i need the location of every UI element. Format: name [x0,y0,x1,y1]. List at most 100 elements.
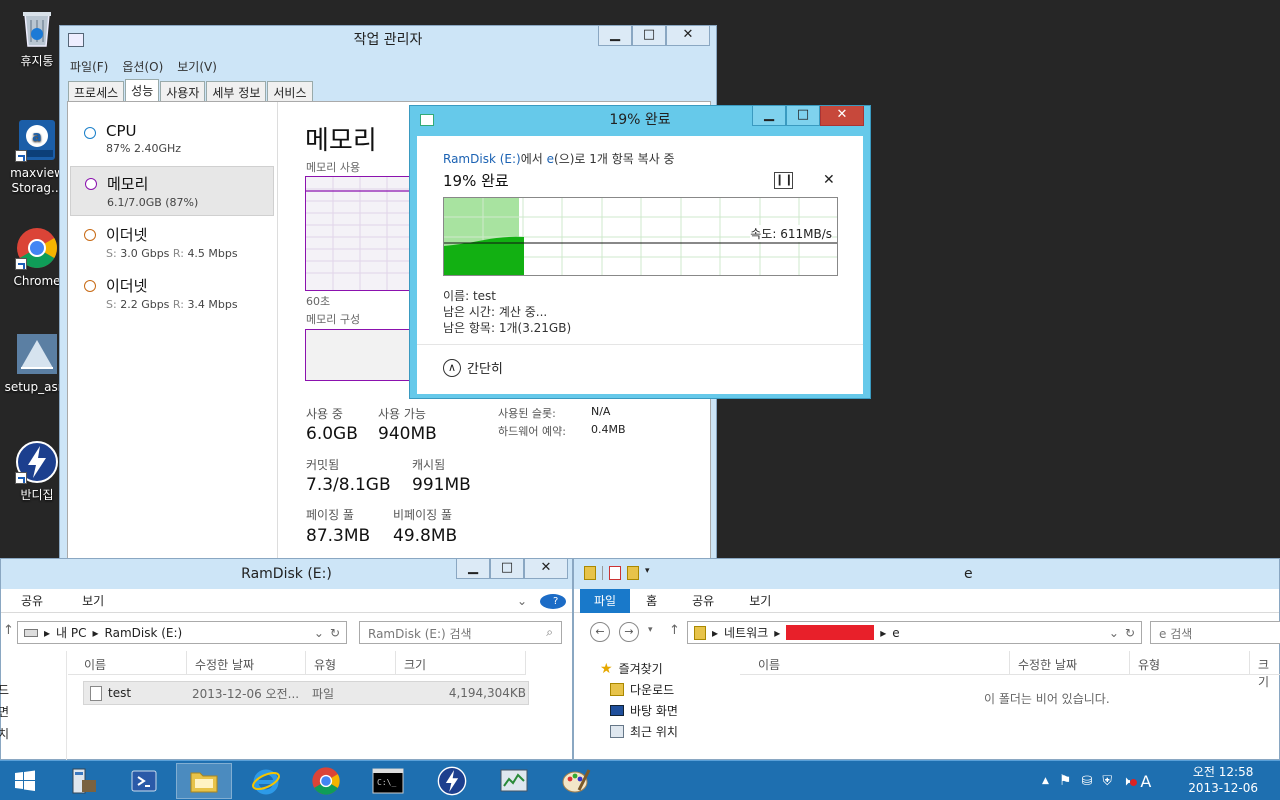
in-use-label: 사용 중 [306,407,343,421]
column-size[interactable]: 크기 [1250,651,1280,689]
maximize-button[interactable]: □ [490,559,524,579]
refresh-icon[interactable]: ↻ [330,626,346,640]
paint-icon [562,769,591,793]
taskbar-paint[interactable] [548,763,604,799]
taskbar-bandizip[interactable] [424,763,480,799]
taskbar-command-prompt[interactable]: C:\_ [360,763,416,799]
search-icon: ⌕ [546,625,553,639]
show-hidden-icons[interactable]: ▲ [1042,776,1049,786]
menu-view[interactable]: 보기(V) [177,58,217,75]
nav-item-partial[interactable]: 면 [0,703,9,720]
ime-indicator[interactable]: A [1140,772,1151,791]
taskbar-chrome[interactable] [298,763,354,799]
empty-folder-message: 이 폴더는 비어 있습니다. [984,692,1110,706]
up-arrow-icon[interactable]: ↑ [669,623,680,638]
table-row[interactable]: test 2013-12-06 오전... 파일 4,194,304KB [83,681,529,705]
recent-locations-icon[interactable]: ▾ [648,625,653,635]
taskbar-task-manager[interactable] [486,763,542,799]
shortcut-arrow-icon [15,150,27,162]
ribbon-tab-view[interactable]: 보기 [727,592,784,609]
ribbon-tab-view[interactable]: 보기 [56,592,117,609]
menu-file[interactable]: 파일(F) [70,58,108,75]
ribbon-tab-share[interactable]: 공유 [670,592,727,609]
column-name[interactable]: 이름 [68,651,187,674]
destination-link[interactable]: e [547,152,554,166]
sidebar-item-ethernet-1[interactable]: 이더넷 S: 3.0 Gbps R: 4.5 Mbps [70,218,274,268]
close-button[interactable]: ✕ [524,559,568,579]
clock[interactable]: 오전 12:58 2013-12-06 [1188,764,1258,796]
sidebar-item-value: 87% 2.40GHz [106,142,182,155]
minimize-button[interactable]: ▁ [456,559,490,579]
search-input[interactable]: e 검색 [1150,621,1280,644]
column-date[interactable]: 수정한 날짜 [187,651,306,674]
maximize-button[interactable]: □ [632,26,666,46]
expand-ribbon-icon[interactable]: ⌄ [504,594,540,608]
close-button[interactable]: ✕ [666,26,710,46]
nav-item-partial[interactable]: 치 [0,725,9,742]
cancel-icon[interactable]: ✕ [823,172,835,188]
start-button[interactable] [0,763,50,799]
action-center-flag-icon[interactable]: ⚑ [1059,773,1072,789]
column-type[interactable]: 유형 [306,651,396,674]
taskbar-powershell[interactable] [116,763,172,799]
security-icon[interactable]: ⛨ [1102,774,1112,789]
volume-muted-icon[interactable]: 🕨 [1122,774,1138,789]
fewer-details-button[interactable]: ∧ 간단히 [443,358,503,377]
file-icon [90,685,102,701]
shortcut-arrow-icon [15,472,27,484]
redacted-host[interactable] [786,625,875,640]
address-bar[interactable]: ▸ 내 PC ▸ RamDisk (E:) ⌄ ↻ [17,621,347,644]
column-date[interactable]: 수정한 날짜 [1010,651,1130,674]
sidebar-item-ethernet-2[interactable]: 이더넷 S: 2.2 Gbps R: 3.4 Mbps [70,269,274,319]
command-prompt-icon: C:\_ [372,768,404,794]
address-bar[interactable]: ▸ 네트워크 ▸ ▸ e ⌄ ↻ [687,621,1142,644]
ribbon-tab-home[interactable]: 홈 [630,592,670,609]
folder-icon[interactable] [584,566,596,580]
refresh-icon[interactable]: ↻ [1125,626,1141,640]
maximize-button[interactable]: □ [786,106,820,126]
nav-item-recent[interactable]: 최근 위치 [610,723,678,740]
nav-item-favorites[interactable]: ★ 즐겨찾기 [600,660,663,677]
customize-toolbar-icon[interactable]: ▾ [645,566,650,580]
fewer-details-label: 간단히 [467,362,503,377]
sidebar-item-value: S: 2.2 Gbps R: 3.4 Mbps [106,298,238,311]
ribbon-tab-file[interactable]: 파일 [580,588,631,613]
column-size[interactable]: 크기 [396,651,526,674]
taskbar-internet-explorer[interactable] [238,763,294,799]
properties-icon[interactable] [609,566,621,580]
new-folder-icon[interactable] [627,566,639,580]
breadcrumb-e[interactable]: e [892,626,899,640]
menu-options[interactable]: 옵션(O) [122,58,163,75]
help-icon[interactable]: ? [540,593,572,609]
menu-bar: 파일(F) 옵션(O) 보기(V) [70,58,217,75]
breadcrumb-separator: ▸ [774,625,781,640]
column-name[interactable]: 이름 [740,651,1010,674]
taskbar-file-explorer[interactable] [176,763,232,799]
column-type[interactable]: 유형 [1130,651,1250,674]
sidebar-item-cpu[interactable]: CPU 87% 2.40GHz [70,116,274,166]
nav-item-downloads[interactable]: 다운로드 [610,681,674,698]
nav-item-desktop[interactable]: 바탕 화면 [610,702,678,719]
minimize-button[interactable]: ▁ [598,26,632,46]
breadcrumb-ramdisk[interactable]: RamDisk (E:) [105,626,183,640]
pause-button[interactable]: ❙❙ [774,172,793,189]
sidebar-item-memory[interactable]: 메모리 6.1/7.0GB (87%) [70,166,274,216]
up-arrow-icon[interactable]: ↑ [3,623,14,638]
breadcrumb-separator: ▸ [712,625,719,640]
speed-label: 속도: 611MB/s [750,225,832,242]
forward-button[interactable]: → [619,622,639,642]
address-dropdown-icon[interactable]: ⌄ [314,626,324,640]
source-link[interactable]: RamDisk (E:) [443,152,521,166]
back-button[interactable]: ← [590,622,610,642]
tab-performance[interactable]: 성능 [125,79,160,103]
search-input[interactable]: RamDisk (E:) 검색 ⌕ [359,621,562,644]
taskbar-server-manager[interactable] [56,763,112,799]
network-icon[interactable]: ⛁ [1081,774,1092,789]
nav-item-partial[interactable]: 드 [0,681,9,698]
breadcrumb-this-pc[interactable]: 내 PC [56,624,86,641]
close-button[interactable]: ✕ [820,106,864,126]
breadcrumb-network[interactable]: 네트워크 [724,624,768,641]
minimize-button[interactable]: ▁ [752,106,786,126]
ribbon-tab-share[interactable]: 공유 [1,592,56,609]
address-dropdown-icon[interactable]: ⌄ [1109,626,1119,640]
